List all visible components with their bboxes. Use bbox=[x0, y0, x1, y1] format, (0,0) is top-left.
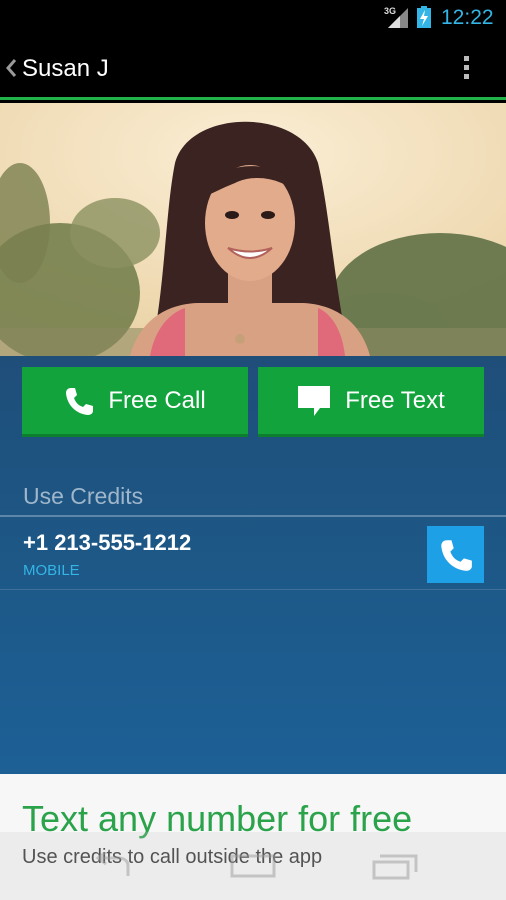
phone-icon bbox=[66, 387, 94, 415]
chevron-left-icon[interactable] bbox=[4, 53, 18, 83]
divider bbox=[0, 589, 506, 590]
action-bar: Susan J bbox=[0, 37, 506, 100]
phone-number: +1 213-555-1212 bbox=[23, 530, 192, 555]
phone-type-label: MOBILE bbox=[23, 562, 80, 579]
back-nav-icon[interactable] bbox=[88, 852, 138, 882]
message-bubble-icon bbox=[298, 385, 331, 416]
call-with-credits-button[interactable] bbox=[427, 526, 484, 583]
system-nav-bar bbox=[0, 832, 506, 900]
home-nav-icon[interactable] bbox=[228, 852, 278, 882]
contact-photo bbox=[0, 103, 506, 356]
phone-icon bbox=[440, 539, 472, 571]
use-credits-heading: Use Credits bbox=[23, 483, 144, 509]
battery-charging-icon bbox=[417, 6, 431, 28]
free-text-label: Free Text bbox=[345, 386, 445, 414]
recent-apps-nav-icon[interactable] bbox=[370, 852, 420, 882]
contact-actions-panel: Free Call Free Text Use Credits +1 213-5… bbox=[0, 356, 506, 774]
clock: 12:22 bbox=[441, 6, 494, 29]
status-bar: 3G 12:22 bbox=[0, 0, 506, 37]
signal-icon bbox=[388, 8, 408, 28]
contact-name-title[interactable]: Susan J bbox=[22, 55, 109, 83]
phone-number-row[interactable]: +1 213-555-1212 MOBILE bbox=[0, 517, 506, 589]
free-call-label: Free Call bbox=[108, 386, 206, 414]
overflow-menu-icon[interactable] bbox=[458, 53, 474, 85]
free-text-button[interactable]: Free Text bbox=[258, 367, 484, 437]
contact-photo-image bbox=[0, 103, 506, 356]
free-call-button[interactable]: Free Call bbox=[22, 367, 248, 437]
